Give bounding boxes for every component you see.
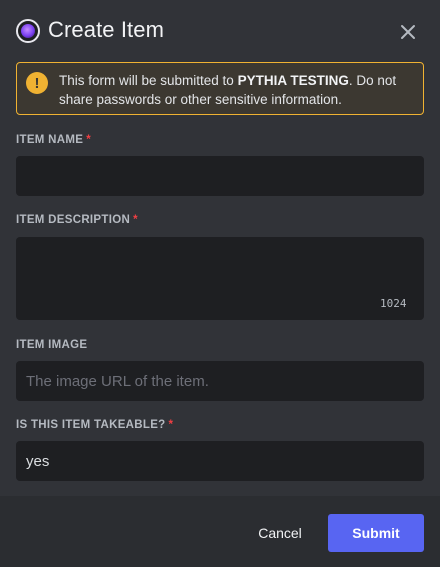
character-counter: 1024: [380, 297, 407, 310]
item-name-label-text: ITEM NAME: [16, 134, 84, 146]
close-icon[interactable]: [396, 20, 420, 44]
dialog-header: Create Item: [0, 0, 440, 62]
takeable-value: yes: [26, 452, 50, 470]
notice-text: This form will be submitted to PYTHIA TE…: [59, 71, 417, 109]
item-image-input[interactable]: [16, 361, 424, 401]
item-name-input[interactable]: [16, 156, 424, 196]
warning-icon: !: [26, 72, 48, 94]
required-marker: *: [168, 419, 174, 431]
notice-target: PYTHIA TESTING: [237, 73, 349, 88]
cancel-button[interactable]: Cancel: [244, 514, 316, 552]
notice-text-before: This form will be submitted to: [59, 73, 238, 88]
item-description-input[interactable]: [16, 237, 424, 320]
app-icon-core: [21, 24, 35, 38]
takeable-label-text: IS THIS ITEM TAKEABLE?: [16, 419, 166, 431]
dialog-footer: Cancel Submit: [0, 496, 440, 567]
required-marker: *: [133, 214, 138, 226]
item-description-label: ITEM DESCRIPTION *: [16, 214, 138, 226]
item-name-label: ITEM NAME *: [16, 134, 91, 146]
item-image-label: ITEM IMAGE: [16, 339, 88, 351]
takeable-input[interactable]: yes: [16, 441, 424, 481]
app-icon: [16, 19, 40, 43]
submit-button[interactable]: Submit: [328, 514, 424, 552]
item-description-label-text: ITEM DESCRIPTION: [16, 214, 131, 226]
required-marker: *: [86, 134, 92, 146]
dialog-title: Create Item: [48, 17, 165, 42]
takeable-label: IS THIS ITEM TAKEABLE? *: [16, 419, 173, 431]
warning-notice: ! This form will be submitted to PYTHIA …: [16, 62, 424, 115]
warning-icon-glyph: !: [34, 74, 40, 92]
